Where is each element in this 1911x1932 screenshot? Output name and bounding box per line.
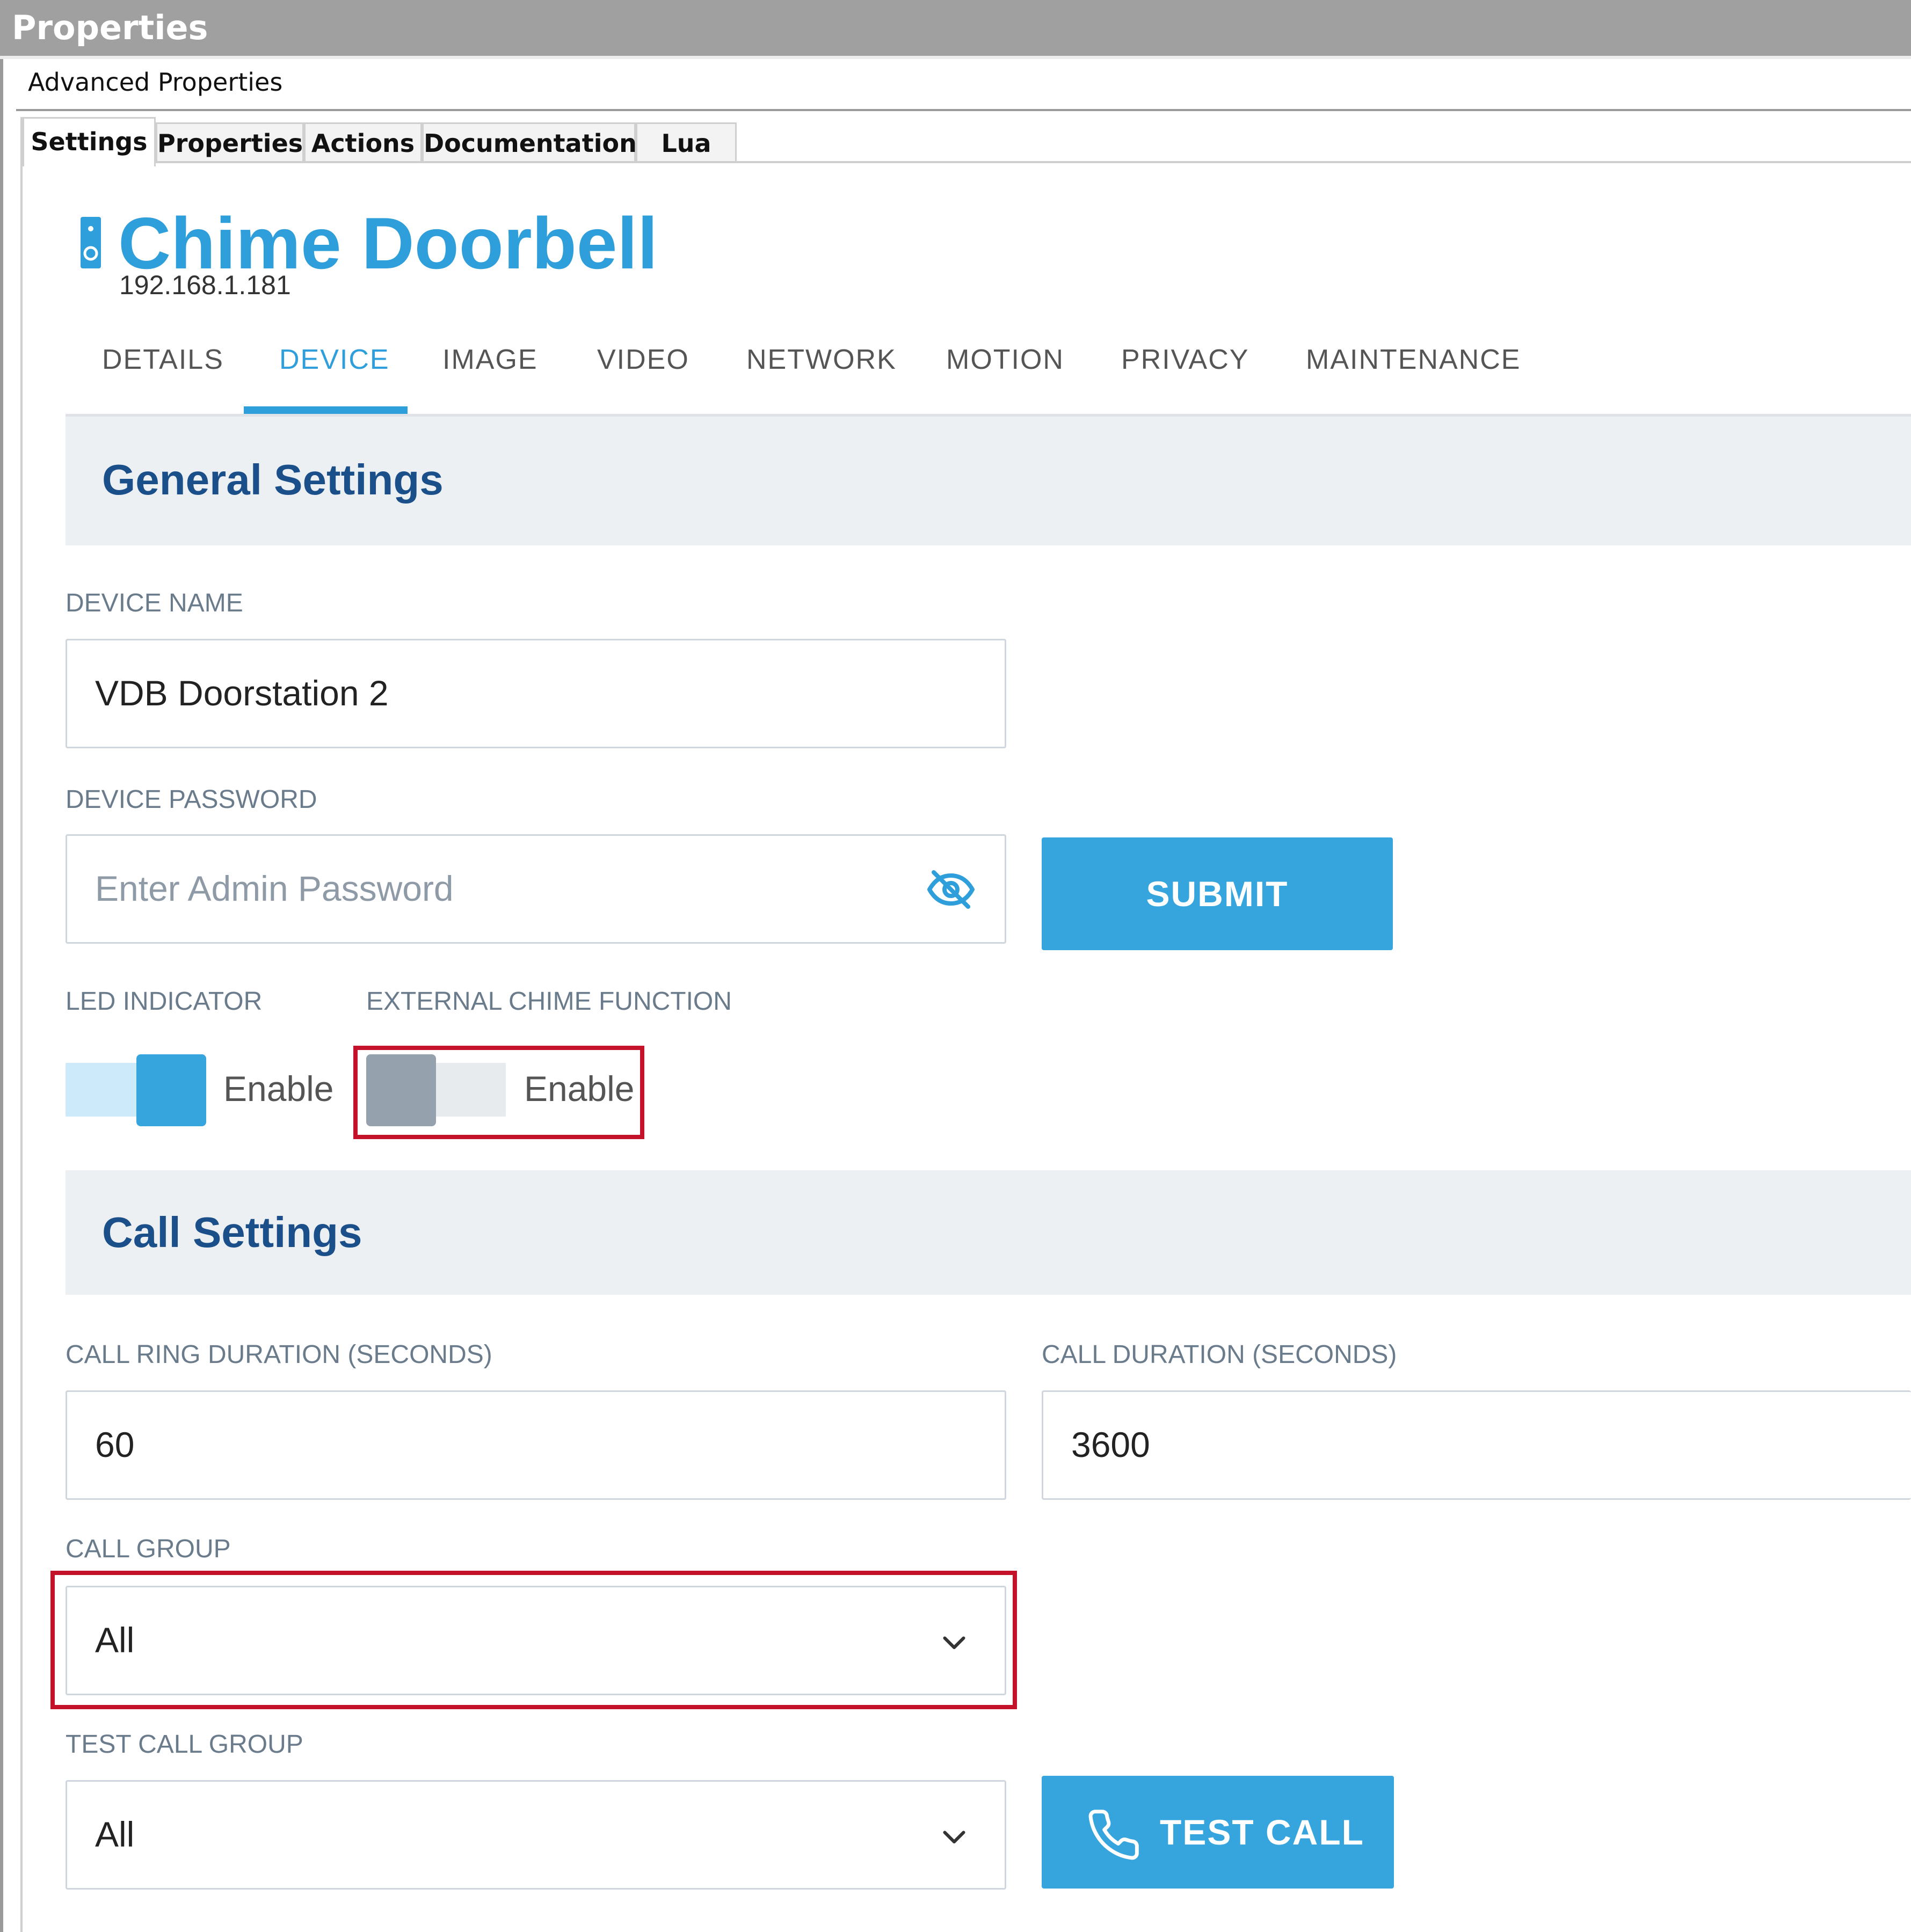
- call-duration-value: 3600: [1071, 1425, 1150, 1464]
- call-ring-duration-value: 60: [95, 1425, 135, 1464]
- nav-privacy[interactable]: PRIVACY: [1121, 344, 1249, 376]
- call-ring-duration-label: CALL RING DURATION (SECONDS): [66, 1340, 492, 1369]
- tab-documentation[interactable]: Documentation: [422, 122, 637, 163]
- nav-image[interactable]: IMAGE: [442, 344, 538, 376]
- call-settings-title: Call Settings: [102, 1208, 362, 1256]
- call-group-select[interactable]: All: [66, 1586, 1006, 1695]
- test-call-button[interactable]: TEST CALL: [1042, 1776, 1394, 1889]
- doorbell-icon: [81, 217, 101, 268]
- tab-actions[interactable]: Actions: [304, 122, 422, 163]
- test-call-group-label: TEST CALL GROUP: [66, 1730, 303, 1759]
- window-left-border: [0, 59, 3, 1932]
- nav-device[interactable]: DEVICE: [279, 344, 390, 376]
- device-password-label: DEVICE PASSWORD: [66, 785, 317, 814]
- device-password-field[interactable]: Enter Admin Password: [66, 834, 1006, 944]
- chevron-down-icon: [938, 1626, 970, 1658]
- tab-strip-line: [156, 161, 1911, 163]
- call-group-label: CALL GROUP: [66, 1535, 231, 1563]
- eye-off-icon[interactable]: [925, 864, 977, 915]
- nav-motion[interactable]: MOTION: [946, 344, 1064, 376]
- call-ring-duration-field[interactable]: 60: [66, 1390, 1006, 1500]
- window-title: Properties: [0, 0, 1911, 56]
- led-indicator-label: LED INDICATOR: [66, 987, 263, 1016]
- device-name-value: VDB Doorstation 2: [95, 673, 389, 713]
- nav-details[interactable]: DETAILS: [102, 344, 224, 376]
- test-call-group-value: All: [95, 1814, 135, 1854]
- device-name-field[interactable]: VDB Doorstation 2: [66, 639, 1006, 748]
- call-duration-field[interactable]: 3600: [1042, 1390, 1911, 1500]
- tab-lua[interactable]: Lua: [636, 122, 737, 163]
- nav-active-indicator: [244, 406, 408, 414]
- call-group-value: All: [95, 1620, 135, 1660]
- device-name-label: DEVICE NAME: [66, 589, 243, 617]
- led-indicator-toggle-knob[interactable]: [136, 1054, 206, 1126]
- nav-maintenance[interactable]: MAINTENANCE: [1306, 344, 1521, 376]
- nav-video[interactable]: VIDEO: [597, 344, 689, 376]
- panel-left-border: [20, 117, 23, 1932]
- external-chime-toggle-knob[interactable]: [366, 1054, 436, 1126]
- tab-settings[interactable]: Settings: [23, 117, 156, 166]
- test-call-label: TEST CALL: [1160, 1812, 1364, 1852]
- general-settings-title: General Settings: [102, 456, 444, 504]
- external-chime-label: EXTERNAL CHIME FUNCTION: [366, 987, 732, 1016]
- submit-button[interactable]: SUBMIT: [1042, 837, 1393, 950]
- nav-network[interactable]: NETWORK: [746, 344, 897, 376]
- advanced-properties-divider: [16, 109, 1911, 111]
- call-duration-label: CALL DURATION (SECONDS): [1042, 1340, 1397, 1369]
- chevron-down-icon: [938, 1820, 970, 1853]
- test-call-group-select[interactable]: All: [66, 1780, 1006, 1890]
- tab-properties[interactable]: Properties: [156, 122, 304, 163]
- external-chime-toggle-label: Enable: [524, 1069, 635, 1109]
- led-indicator-toggle-label: Enable: [223, 1069, 334, 1109]
- device-ip: 192.168.1.181: [119, 270, 291, 300]
- phone-icon: [1086, 1807, 1142, 1863]
- title-separator: [0, 56, 1911, 59]
- device-password-placeholder: Enter Admin Password: [95, 869, 454, 908]
- advanced-properties-label: Advanced Properties: [28, 68, 283, 97]
